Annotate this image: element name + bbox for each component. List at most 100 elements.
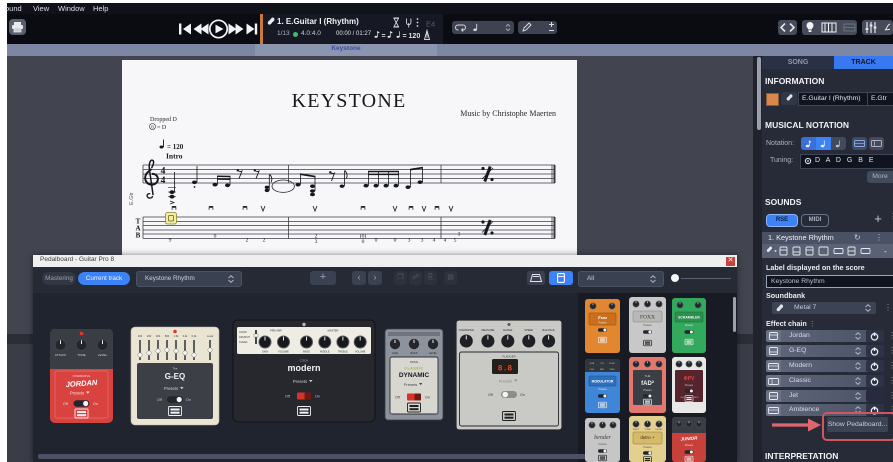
svg-text:CRUNCH: CRUNCH xyxy=(239,336,250,339)
svg-text:400: 400 xyxy=(156,334,161,338)
svg-text:0: 0 xyxy=(394,238,397,244)
svg-text:ATTACK: ATTACK xyxy=(55,353,66,357)
svg-text:BASS: BASS xyxy=(411,351,418,355)
svg-text:Presets: Presets xyxy=(643,324,652,327)
svg-text:Off: Off xyxy=(285,395,290,399)
svg-text:6.4k: 6.4k xyxy=(192,334,198,338)
svg-text:COCK: COCK xyxy=(300,359,309,363)
svg-text:3: 3 xyxy=(315,239,318,245)
svg-text:100: 100 xyxy=(138,334,143,338)
svg-text:Presets: Presets xyxy=(164,386,178,391)
svg-text:Presets: Presets xyxy=(643,446,652,449)
svg-text:0: 0 xyxy=(362,239,365,245)
svg-text:0: 0 xyxy=(214,234,217,240)
svg-text:On: On xyxy=(93,402,98,406)
svg-text:On: On xyxy=(425,396,430,400)
svg-text:GOOD: GOOD xyxy=(239,331,247,334)
svg-text:On: On xyxy=(520,393,525,397)
svg-text:LEVEL: LEVEL xyxy=(98,353,108,357)
svg-text:DYNAMIC: DYNAMIC xyxy=(399,372,430,379)
svg-text:Presets: Presets xyxy=(598,322,607,325)
svg-text:SCRAMBLER: SCRAMBLER xyxy=(678,316,700,320)
svg-text:SPEED: SPEED xyxy=(524,328,533,332)
svg-text:B: B xyxy=(136,232,141,240)
svg-text:G-EQ: G-EQ xyxy=(165,372,185,381)
svg-text:E.Gtr: E.Gtr xyxy=(129,192,135,205)
svg-text:SUB: SUB xyxy=(590,363,595,365)
svg-text:Presets: Presets xyxy=(598,388,607,391)
svg-text:Intro: Intro xyxy=(166,152,183,161)
svg-text:4: 4 xyxy=(161,176,166,186)
svg-text:OSC: OSC xyxy=(590,369,595,371)
svg-text:DRIVE: DRIVE xyxy=(410,360,419,364)
svg-text:MIDDLE: MIDDLE xyxy=(320,351,330,354)
svg-text:OVERDRIVE: OVERDRIVE xyxy=(459,328,475,332)
svg-text:KEYSTONE: KEYSTONE xyxy=(292,90,407,112)
svg-text:MASTER: MASTER xyxy=(328,329,339,333)
svg-text:8.8: 8.8 xyxy=(498,365,513,374)
svg-text:fAD²: fAD² xyxy=(641,380,654,387)
svg-text:SYNC: SYNC xyxy=(609,363,615,365)
svg-text:LEVEL: LEVEL xyxy=(429,351,438,355)
svg-text:FLANGER: FLANGER xyxy=(502,355,515,359)
svg-text:4: 4 xyxy=(433,238,436,244)
svg-text:Presets: Presets xyxy=(598,443,607,446)
svg-text:Presets: Presets xyxy=(70,391,84,396)
svg-text:Dropped D: Dropped D xyxy=(150,117,177,123)
svg-text:On: On xyxy=(186,398,191,402)
svg-text:Off: Off xyxy=(63,402,68,406)
svg-text:6: 6 xyxy=(151,126,154,131)
svg-text:CLASSIC: CLASSIC xyxy=(404,367,423,371)
svg-text:FOXX: FOXX xyxy=(640,315,655,321)
svg-text:ΦPV: ΦPV xyxy=(684,376,695,382)
svg-text:GAIN: GAIN xyxy=(392,351,398,355)
svg-text:GAIN: GAIN xyxy=(262,351,268,354)
svg-text:BASS: BASS xyxy=(303,351,310,354)
svg-text:800: 800 xyxy=(165,334,170,338)
svg-text:The: The xyxy=(172,367,178,371)
svg-text:THE: THE xyxy=(645,374,651,378)
svg-text:OFF: OFF xyxy=(694,397,699,399)
svg-text:1.6k: 1.6k xyxy=(174,334,180,338)
svg-text:MEASURE: MEASURE xyxy=(481,328,494,332)
svg-text:On: On xyxy=(315,395,320,399)
svg-text:TONE: TONE xyxy=(644,429,651,431)
svg-text:5: 5 xyxy=(454,238,457,244)
svg-text:Fuzz: Fuzz xyxy=(598,315,607,320)
svg-text:3: 3 xyxy=(408,238,411,244)
svg-text:200: 200 xyxy=(147,334,152,338)
svg-text:= D: = D xyxy=(157,125,167,131)
svg-text:TREBLE: TREBLE xyxy=(338,351,348,354)
svg-text:MODULATOR: MODULATOR xyxy=(592,380,614,384)
svg-text:Off: Off xyxy=(488,393,493,397)
svg-text:3.2k: 3.2k xyxy=(183,334,189,338)
svg-text:3: 3 xyxy=(458,232,461,238)
svg-text:ON: ON xyxy=(680,397,684,399)
svg-text:OVERDRIVE: OVERDRIVE xyxy=(73,374,91,378)
svg-text:WHYT: WHYT xyxy=(633,429,640,431)
svg-text:Presets: Presets xyxy=(643,389,652,392)
svg-text:E4: E4 xyxy=(426,20,435,29)
svg-text:4: 4 xyxy=(444,238,447,244)
svg-text:TRIG: TRIG xyxy=(609,369,615,371)
svg-text:Presets: Presets xyxy=(685,444,694,447)
svg-text:Presets: Presets xyxy=(685,324,694,327)
svg-text:bender: bender xyxy=(594,435,611,441)
svg-text:detro +: detro + xyxy=(640,436,655,441)
svg-text:9: 9 xyxy=(169,238,172,244)
svg-text:PRE-AMP: PRE-AMP xyxy=(270,329,282,333)
svg-text:0: 0 xyxy=(375,238,378,244)
svg-text:BALANCE: BALANCE xyxy=(543,328,555,332)
svg-text:2: 2 xyxy=(246,238,249,244)
svg-text:VOLUME: VOLUME xyxy=(355,351,366,354)
svg-text:LEVEL: LEVEL xyxy=(656,429,664,431)
svg-text:VOLUME: VOLUME xyxy=(278,351,289,354)
svg-text:Off: Off xyxy=(157,398,162,402)
svg-text:Music by Christophe Maerten: Music by Christophe Maerten xyxy=(460,109,556,118)
svg-text:RANGE: RANGE xyxy=(503,328,512,332)
svg-text:Off: Off xyxy=(395,396,400,400)
svg-text:-: - xyxy=(884,247,887,256)
svg-text:Presets: Presets xyxy=(499,379,513,384)
svg-text:3: 3 xyxy=(421,238,424,244)
svg-text:TONE: TONE xyxy=(77,353,85,357)
